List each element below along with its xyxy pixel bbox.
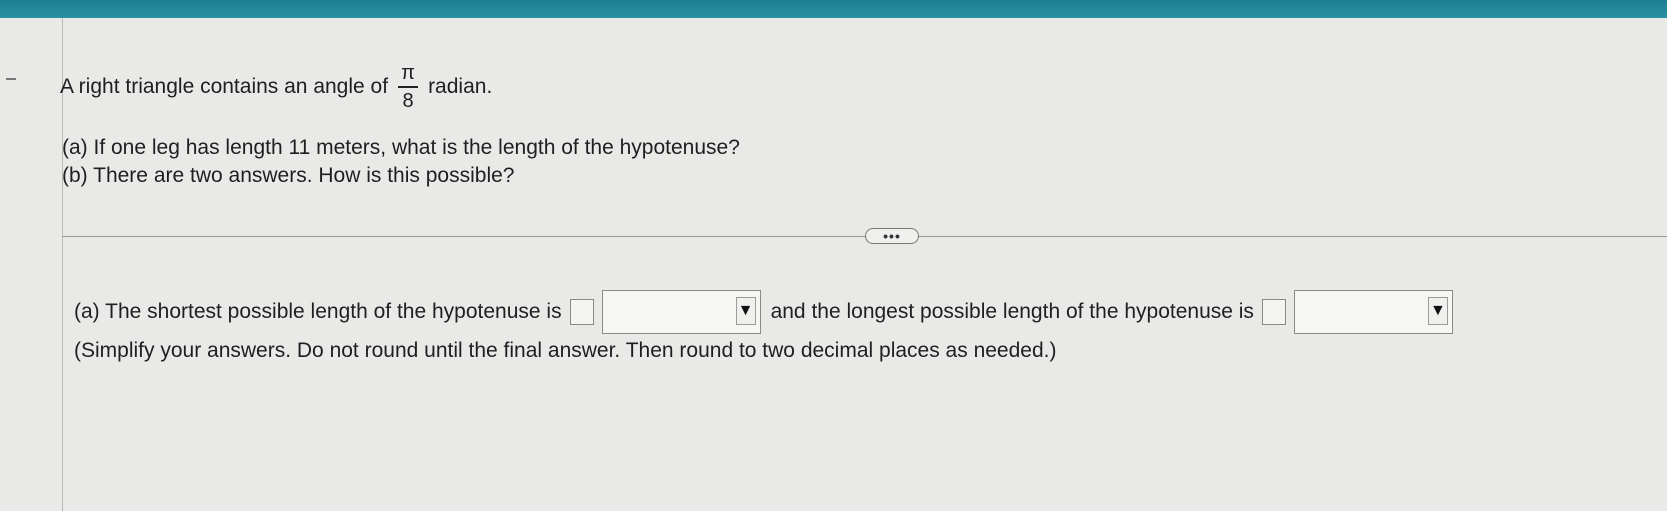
shortest-unit-dropdown[interactable]: ▼ [601,290,761,334]
fraction-numerator: π [401,62,415,84]
question-intro: A right triangle contains an angle of π … [60,62,740,112]
answer-part-a-mid: and the longest possible length of the h… [770,300,1254,323]
answer-part-a-pre: (a) The shortest possible length of the … [74,300,562,323]
question-intro-post: radian. [428,75,493,98]
answer-section: (a) The shortest possible length of the … [74,290,1463,364]
answer-instructions: (Simplify your answers. Do not round unt… [74,339,1057,362]
question-intro-pre: A right triangle contains an angle of [60,75,389,98]
angle-fraction: π 8 [398,62,419,112]
triangle-down-icon[interactable]: ▼ [735,297,756,325]
shortest-length-input[interactable] [569,299,594,325]
answer-part-a: (a) The shortest possible length of the … [74,290,1463,334]
longest-unit-dropdown[interactable]: ▼ [1293,290,1453,334]
ellipsis-icon: ••• [883,228,901,244]
question-text: A right triangle contains an angle of π … [60,62,740,190]
question-part-b: (b) There are two answers. How is this p… [62,164,515,187]
more-options-button[interactable]: ••• [865,228,919,244]
top-bar [0,0,1667,18]
fraction-denominator: 8 [402,90,414,112]
left-tick-mark [6,78,16,80]
question-part-a: (a) If one leg has length 11 meters, wha… [62,136,740,159]
longest-length-input[interactable] [1261,299,1286,325]
triangle-down-icon[interactable]: ▼ [1427,297,1448,325]
